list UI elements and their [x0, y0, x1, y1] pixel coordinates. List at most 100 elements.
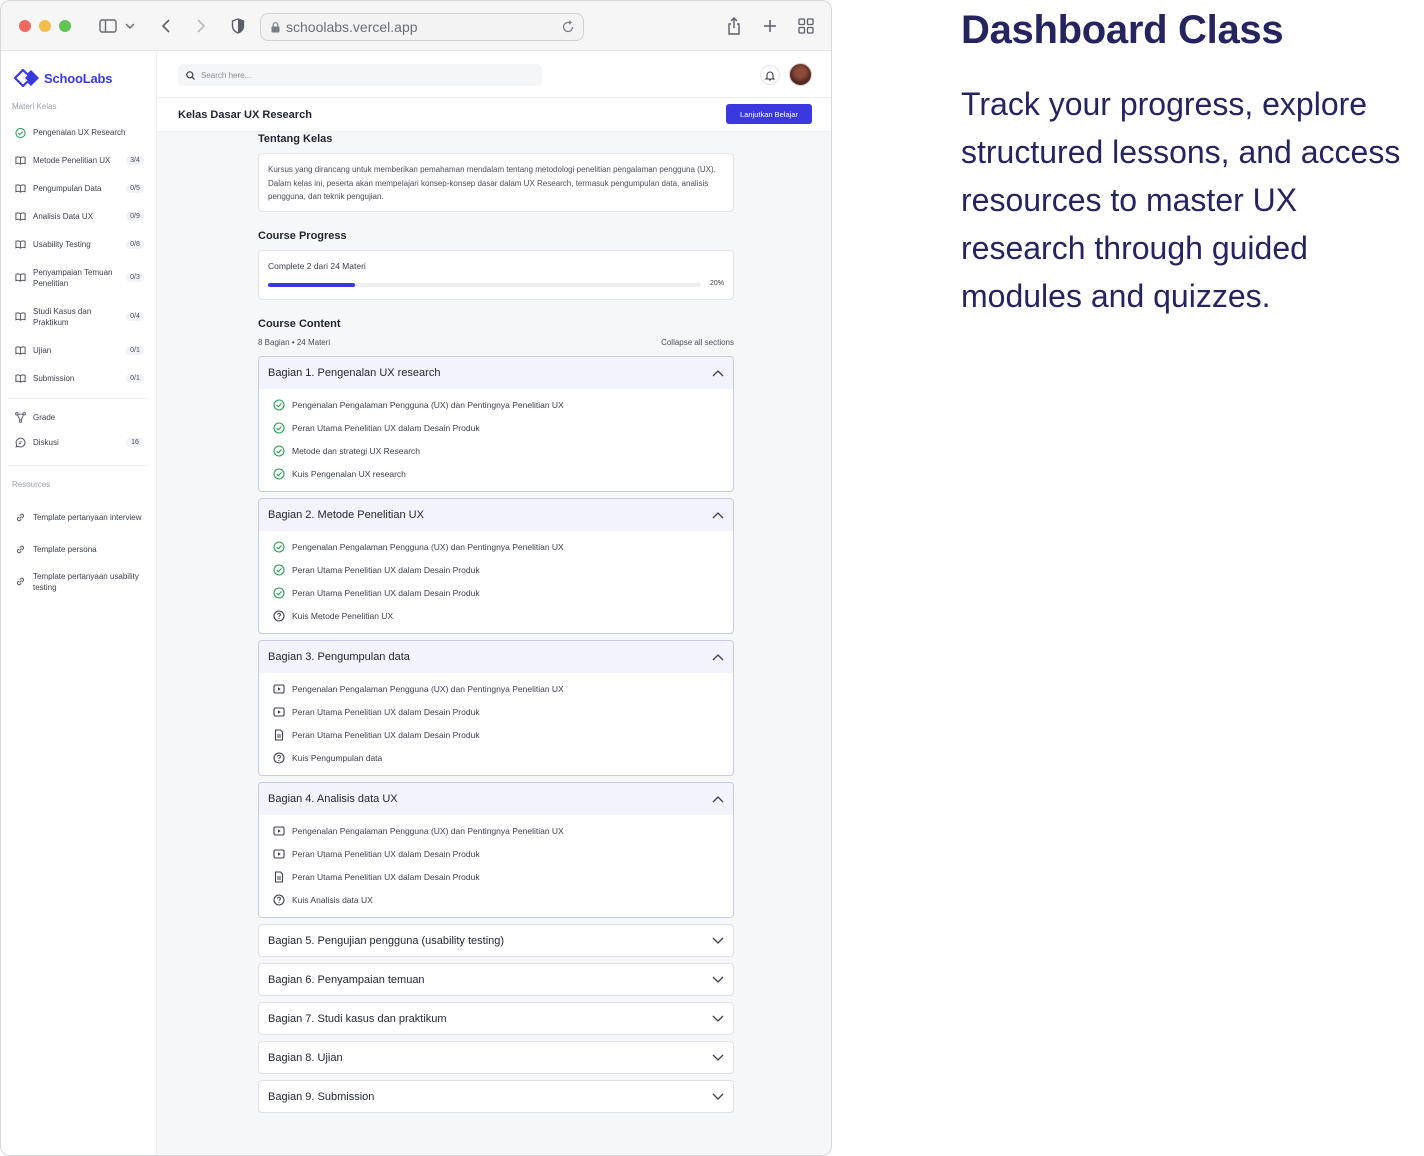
section-title: Bagian 5. Pengujian pengguna (usability … [268, 934, 505, 947]
lesson-title: Pengenalan Pengalaman Pengguna (UX) dan … [292, 541, 564, 552]
sidebar-item-label: Template pertanyaan usability testing [33, 571, 139, 592]
section-header[interactable]: Bagian 8. Ujian [259, 1042, 733, 1073]
sidebar-item-pengenalan-ux-research[interactable]: Pengenalan UX Research [1, 118, 156, 146]
about-card: Kursus yang dirancang untuk memberikan p… [258, 153, 734, 212]
lesson-item[interactable]: Metode dan strategi UX Research [259, 439, 733, 462]
sidebar-item-analisis-data-ux[interactable]: Analisis Data UX 0/9 [1, 202, 156, 230]
lesson-item[interactable]: Peran Utama Penelitian UX dalam Desain P… [259, 581, 733, 604]
lesson-title: Peran Utama Penelitian UX dalam Desain P… [292, 564, 480, 575]
count-badge: 0/1 [126, 345, 144, 355]
progress-card: Complete 2 dari 24 Materi 20% [258, 250, 734, 300]
tab-overview-icon[interactable] [795, 15, 817, 37]
section-header[interactable]: Bagian 6. Penyampaian temuan [259, 964, 733, 995]
lesson-item[interactable]: Peran Utama Penelitian UX dalam Desain P… [259, 700, 733, 723]
section-lessons: Pengenalan Pengalaman Pengguna (UX) dan … [259, 673, 733, 775]
back-icon[interactable] [155, 15, 177, 37]
check-circle-icon [273, 421, 285, 434]
chevron-up-icon[interactable] [712, 795, 724, 803]
lesson-item[interactable]: Peran Utama Penelitian UX dalam Desain P… [259, 416, 733, 439]
chevron-up-icon[interactable] [712, 369, 724, 377]
lesson-title: Pengenalan Pengalaman Pengguna (UX) dan … [292, 399, 564, 410]
sidebar-item-pengumpulan-data[interactable]: Pengumpulan Data 0/5 [1, 174, 156, 202]
lesson-item[interactable]: Kuis Analisis data UX [259, 888, 733, 911]
chevron-down-icon[interactable] [123, 15, 137, 37]
section-header[interactable]: Bagian 3. Pengumpulan data [259, 641, 733, 673]
sidebar-toggle-icon[interactable] [97, 15, 119, 37]
sidebar-item-diskusi[interactable]: Diskusi 16 [1, 430, 156, 455]
count-badge: 0/3 [126, 273, 144, 282]
main-area: Search here... Kelas Dasar UX Research L… [157, 52, 831, 1155]
chevron-up-icon[interactable] [712, 653, 724, 661]
sidebar-item-submission[interactable]: Submission 0/1 [1, 364, 156, 392]
sidebar-item-ujian[interactable]: Ujian 0/1 [1, 336, 156, 364]
count-badge: 0/1 [126, 373, 144, 383]
sidebar-item-penyampaian-temuan-penelitian[interactable]: Penyampaian Temuan Penelitian 0/3 [1, 258, 156, 297]
sidebar-divider [9, 398, 148, 399]
lesson-item[interactable]: Pengenalan Pengalaman Pengguna (UX) dan … [259, 393, 733, 416]
chevron-down-icon[interactable] [712, 1054, 724, 1062]
lesson-item[interactable]: Peran Utama Penelitian UX dalam Desain P… [259, 865, 733, 888]
new-tab-icon[interactable] [759, 15, 781, 37]
sidebar-item-label: Analisis Data UX [33, 211, 94, 221]
minimize-window-button[interactable] [39, 19, 51, 32]
sidebar-item-label: Metode Penelitian UX [33, 155, 111, 165]
lesson-item[interactable]: Kuis Pengumpulan data [259, 746, 733, 769]
share-icon[interactable] [723, 15, 745, 37]
lesson-title: Pengenalan Pengalaman Pengguna (UX) dan … [292, 683, 564, 694]
chevron-down-icon[interactable] [712, 1015, 724, 1023]
chevron-down-icon[interactable] [712, 1093, 724, 1101]
avatar[interactable] [789, 63, 812, 86]
lesson-title: Peran Utama Penelitian UX dalam Desain P… [292, 587, 480, 598]
zoom-window-button[interactable] [59, 19, 71, 32]
section-header[interactable]: Bagian 5. Pengujian pengguna (usability … [259, 925, 733, 956]
sidebar-item-label: Submission [33, 373, 75, 383]
chevron-down-icon[interactable] [712, 937, 724, 945]
sidebar-item-metode-penelitian-ux[interactable]: Metode Penelitian UX 3/4 [1, 146, 156, 174]
course-section: Bagian 4. Analisis data UX Pengenalan Pen… [258, 782, 734, 918]
browser-toolbar: schoolabs.vercel.app [1, 1, 831, 51]
lesson-item[interactable]: Peran Utama Penelitian UX dalam Desain P… [259, 723, 733, 746]
check-circle-icon [273, 586, 285, 599]
resources-list: Template pertanyaan interview Template pe… [1, 498, 156, 601]
lesson-item[interactable]: Kuis Pengenalan UX research [259, 462, 733, 485]
sidebar-item-label: Pengumpulan Data [33, 183, 102, 193]
search-input[interactable]: Search here... [178, 64, 542, 86]
lesson-item[interactable]: Peran Utama Penelitian UX dalam Desain P… [259, 558, 733, 581]
section-header[interactable]: Bagian 4. Analisis data UX [259, 783, 733, 815]
forward-icon[interactable] [190, 15, 212, 37]
progress-label: Complete 2 dari 24 Materi [268, 261, 366, 271]
sidebar-item-usability-testing[interactable]: Usability Testing 0/8 [1, 230, 156, 258]
section-header[interactable]: Bagian 1. Pengenalan UX research [259, 357, 733, 389]
section-header[interactable]: Bagian 2. Metode Penelitian UX [259, 499, 733, 531]
resource-link-template-pertanyaan-interview[interactable]: Template pertanyaan interview [1, 498, 156, 537]
address-bar[interactable]: schoolabs.vercel.app [260, 13, 584, 41]
sidebar-item-grade[interactable]: Grade [1, 405, 156, 430]
lesson-item[interactable]: Kuis Metode Penelitian UX [259, 604, 733, 627]
lesson-item[interactable]: Pengenalan Pengalaman Pengguna (UX) dan … [259, 535, 733, 558]
quiz-icon [273, 609, 285, 622]
chevron-up-icon[interactable] [712, 511, 724, 519]
check-circle-icon [15, 127, 26, 138]
section-header[interactable]: Bagian 7. Studi kasus dan praktikum [259, 1003, 733, 1034]
section-header[interactable]: Bagian 9. Submission [259, 1081, 733, 1112]
grade-icon [15, 412, 26, 423]
lesson-title: Peran Utama Penelitian UX dalam Desain P… [292, 848, 480, 859]
collapse-all-button[interactable]: Collapse all sections [661, 338, 734, 350]
lesson-item[interactable]: Pengenalan Pengalaman Pengguna (UX) dan … [259, 677, 733, 700]
sidebar-item-studi-kasus-dan-praktikum[interactable]: Studi Kasus dan Praktikum 0/4 [1, 297, 156, 336]
notification-button[interactable] [760, 65, 780, 85]
section-title: Bagian 6. Penyampaian temuan [268, 973, 425, 986]
resource-link-template-persona[interactable]: Template persona [1, 537, 156, 562]
shield-icon[interactable] [227, 15, 249, 37]
close-window-button[interactable] [19, 19, 31, 32]
resources-section-label: Resources [12, 480, 51, 489]
document-icon [273, 870, 285, 883]
resource-link-template-pertanyaan-usability-testing[interactable]: Template pertanyaan usability testing [1, 562, 156, 601]
document-icon [273, 728, 285, 741]
reload-icon[interactable] [561, 20, 575, 34]
lesson-item[interactable]: Pengenalan Pengalaman Pengguna (UX) dan … [259, 819, 733, 842]
continue-learning-button[interactable]: Lanjutkan Belajar [726, 104, 812, 124]
lesson-item[interactable]: Peran Utama Penelitian UX dalam Desain P… [259, 842, 733, 865]
chevron-down-icon[interactable] [712, 976, 724, 984]
brand-logo[interactable]: SchooLabs [1, 68, 156, 88]
